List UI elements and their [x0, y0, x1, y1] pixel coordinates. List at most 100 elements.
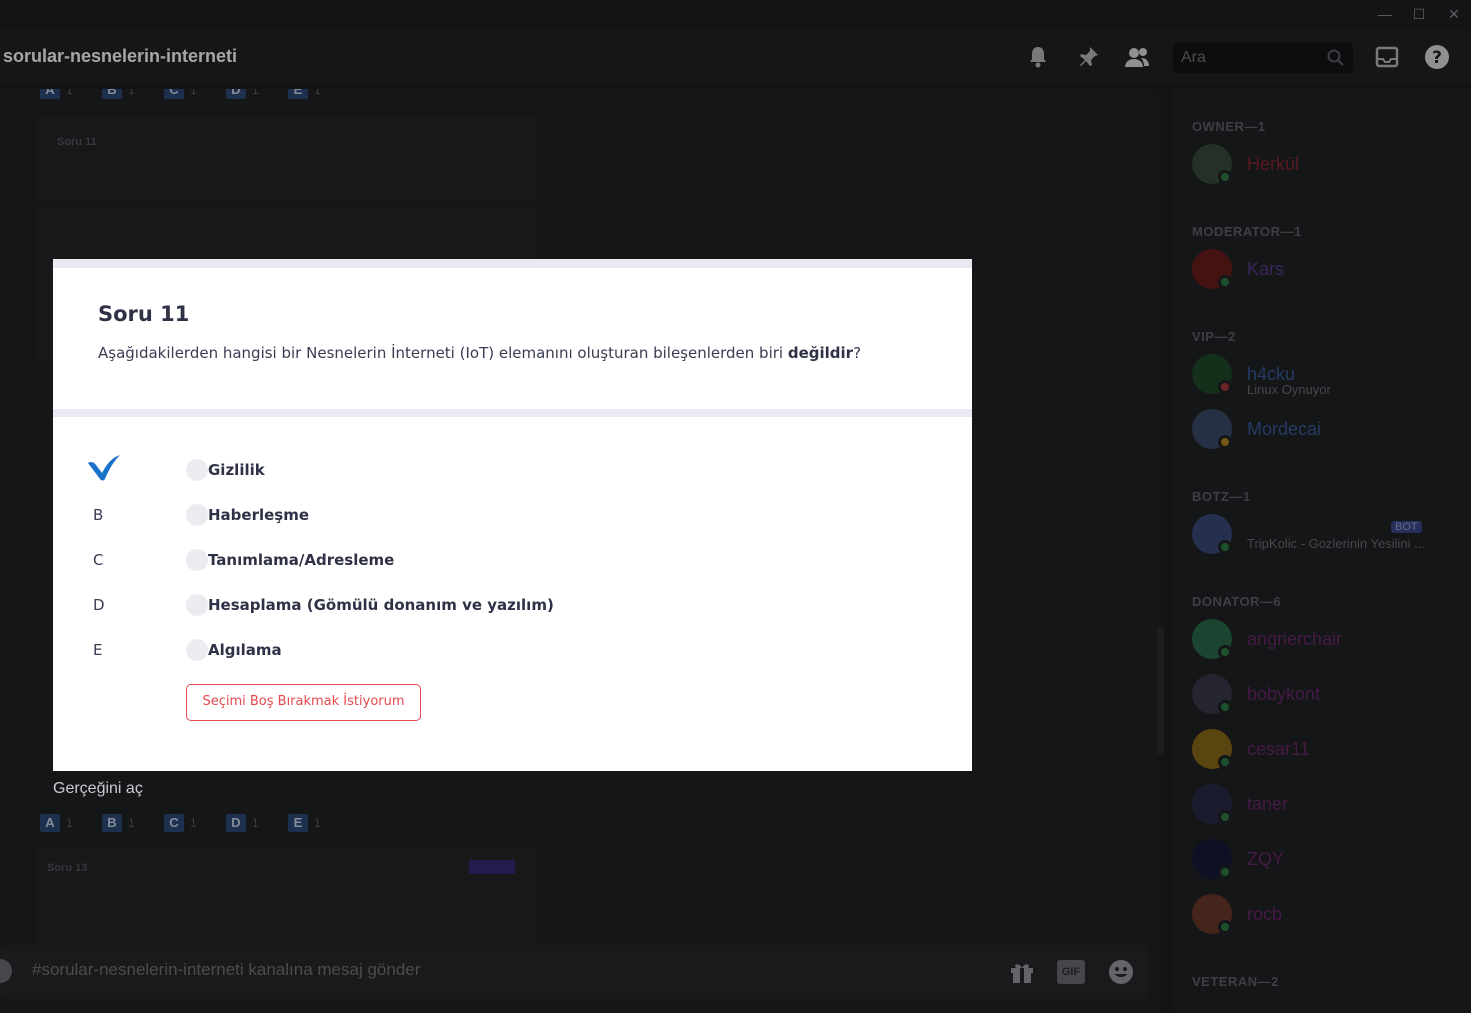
- embed-title: Soru 13: [47, 862, 88, 874]
- answer-count: 1: [190, 816, 197, 830]
- gif-label: GIF: [1057, 960, 1085, 984]
- answer-count: 1: [128, 816, 135, 830]
- member-group-header: VETERAN—2: [1192, 974, 1279, 989]
- members-icon[interactable]: [1124, 44, 1150, 70]
- member-item[interactable]: angrierchair: [1192, 619, 1462, 663]
- attach-button[interactable]: [0, 959, 12, 983]
- answer-badge[interactable]: D: [226, 89, 246, 99]
- member-name-text: rocb: [1247, 904, 1283, 924]
- modal-top-strip: [53, 259, 972, 268]
- skip-answer-button[interactable]: Seçimi Boş Bırakmak İstiyorum: [186, 684, 421, 721]
- option-radio[interactable]: [186, 594, 208, 616]
- answer-badge[interactable]: E: [288, 89, 308, 99]
- member-name: rocb: [1247, 904, 1282, 925]
- option-radio[interactable]: [186, 504, 208, 526]
- option-c[interactable]: C Tanımlama/Adresleme: [53, 541, 972, 581]
- option-label: Hesaplama (Gömülü donanım ve yazılım): [208, 596, 554, 614]
- modal-divider: [53, 409, 972, 417]
- svg-text:?: ?: [1432, 48, 1442, 68]
- member-name-text: taner: [1247, 794, 1289, 814]
- option-a[interactable]: Gizlilik: [53, 451, 972, 491]
- member-item[interactable]: Kars: [1192, 249, 1462, 293]
- member-name-text: cesar11: [1247, 739, 1310, 759]
- answer-badge[interactable]: C: [164, 89, 184, 99]
- search-box[interactable]: [1173, 43, 1353, 73]
- status-indicator: [1218, 810, 1232, 824]
- question-prefix: Aşağıdakilerden hangisi bir Nesnelerin İ…: [98, 344, 788, 362]
- option-letter: D: [93, 596, 105, 614]
- answer-badge[interactable]: A: [40, 89, 60, 99]
- option-letter: B: [93, 506, 104, 524]
- reveal-original-link[interactable]: Gerçeğini aç: [53, 780, 143, 798]
- answer-count: 1: [190, 89, 197, 97]
- answer-count: 1: [252, 89, 259, 97]
- member-name-text: Kars: [1247, 259, 1285, 279]
- option-b[interactable]: B Haberleşme: [53, 496, 972, 536]
- member-name: Kars: [1247, 259, 1284, 280]
- option-label: Gizlilik: [208, 461, 265, 479]
- member-name-text: angrierchair: [1247, 629, 1343, 649]
- status-indicator: [1218, 920, 1232, 934]
- status-indicator: [1218, 540, 1232, 554]
- message-input[interactable]: [32, 960, 732, 980]
- answer-badge[interactable]: E: [288, 814, 308, 832]
- option-d[interactable]: D Hesaplama (Gömülü donanım ve yazılım): [53, 586, 972, 626]
- member-item[interactable]: Herkül: [1192, 144, 1462, 188]
- answer-badge[interactable]: B: [102, 89, 122, 99]
- answer-badge[interactable]: B: [102, 814, 122, 832]
- member-group-header: BOTZ—1: [1192, 489, 1251, 504]
- option-radio[interactable]: [186, 549, 208, 571]
- member-name: bobykont: [1247, 684, 1320, 705]
- member-name: taner: [1247, 794, 1288, 815]
- close-button[interactable]: ✕: [1441, 4, 1467, 24]
- answer-count: 1: [314, 816, 321, 830]
- member-name: Mordecai: [1247, 419, 1321, 440]
- gift-icon[interactable]: [1008, 959, 1036, 985]
- member-item[interactable]: ZQY: [1192, 839, 1462, 883]
- status-indicator: [1218, 865, 1232, 879]
- channel-title: sorular-nesnelerin-interneti: [3, 46, 238, 66]
- member-item[interactable]: h4cku Linux Oynuyor: [1192, 354, 1462, 398]
- search-input[interactable]: [1173, 43, 1323, 73]
- member-item[interactable]: rocb: [1192, 894, 1462, 938]
- member-name-text: bobykont: [1247, 684, 1321, 704]
- answer-badge[interactable]: C: [164, 814, 184, 832]
- member-group-header: VIP—2: [1192, 329, 1236, 344]
- option-e[interactable]: E Algılama: [53, 631, 972, 671]
- question-suffix: ?: [853, 344, 862, 362]
- bell-icon[interactable]: [1025, 44, 1051, 70]
- answer-badge[interactable]: A: [40, 814, 60, 832]
- question-title: Soru 11: [98, 302, 190, 326]
- inbox-icon[interactable]: [1374, 44, 1400, 70]
- gif-button[interactable]: GIF: [1057, 959, 1085, 985]
- chat-scrollbar[interactable]: [1157, 625, 1164, 755]
- status-indicator: [1218, 700, 1232, 714]
- question-embed: Soru 13: [36, 849, 536, 949]
- member-item[interactable]: taner: [1192, 784, 1462, 828]
- option-radio[interactable]: [186, 459, 208, 481]
- maximize-button[interactable]: ☐: [1406, 4, 1432, 24]
- member-name-text: Mordecai: [1247, 419, 1322, 439]
- answer-badge[interactable]: D: [226, 814, 246, 832]
- check-icon: [88, 455, 120, 481]
- member-item[interactable]: BOT TripKolic - Gozlerinin Yesilini ...: [1192, 514, 1462, 558]
- minimize-button[interactable]: —: [1372, 4, 1398, 24]
- option-letter: C: [93, 551, 104, 569]
- embed-tag: [469, 860, 515, 874]
- member-item[interactable]: Mordecai: [1192, 409, 1462, 453]
- member-activity: Linux Oynuyor: [1247, 382, 1331, 397]
- answer-count: 1: [66, 816, 73, 830]
- member-name: Herkül: [1247, 154, 1299, 175]
- member-item[interactable]: bobykont: [1192, 674, 1462, 718]
- member-activity: TripKolic - Gozlerinin Yesilini ...: [1247, 536, 1425, 551]
- member-item[interactable]: cesar11: [1192, 729, 1462, 773]
- help-icon[interactable]: ?: [1424, 44, 1450, 70]
- pin-icon[interactable]: [1075, 44, 1101, 70]
- window-titlebar: — ☐ ✕: [0, 0, 1471, 28]
- option-radio[interactable]: [186, 639, 208, 661]
- emoji-icon[interactable]: [1107, 959, 1135, 985]
- option-label: Tanımlama/Adresleme: [208, 551, 395, 569]
- answer-count: 1: [314, 89, 321, 97]
- status-indicator: [1218, 275, 1232, 289]
- option-letter: E: [93, 641, 103, 659]
